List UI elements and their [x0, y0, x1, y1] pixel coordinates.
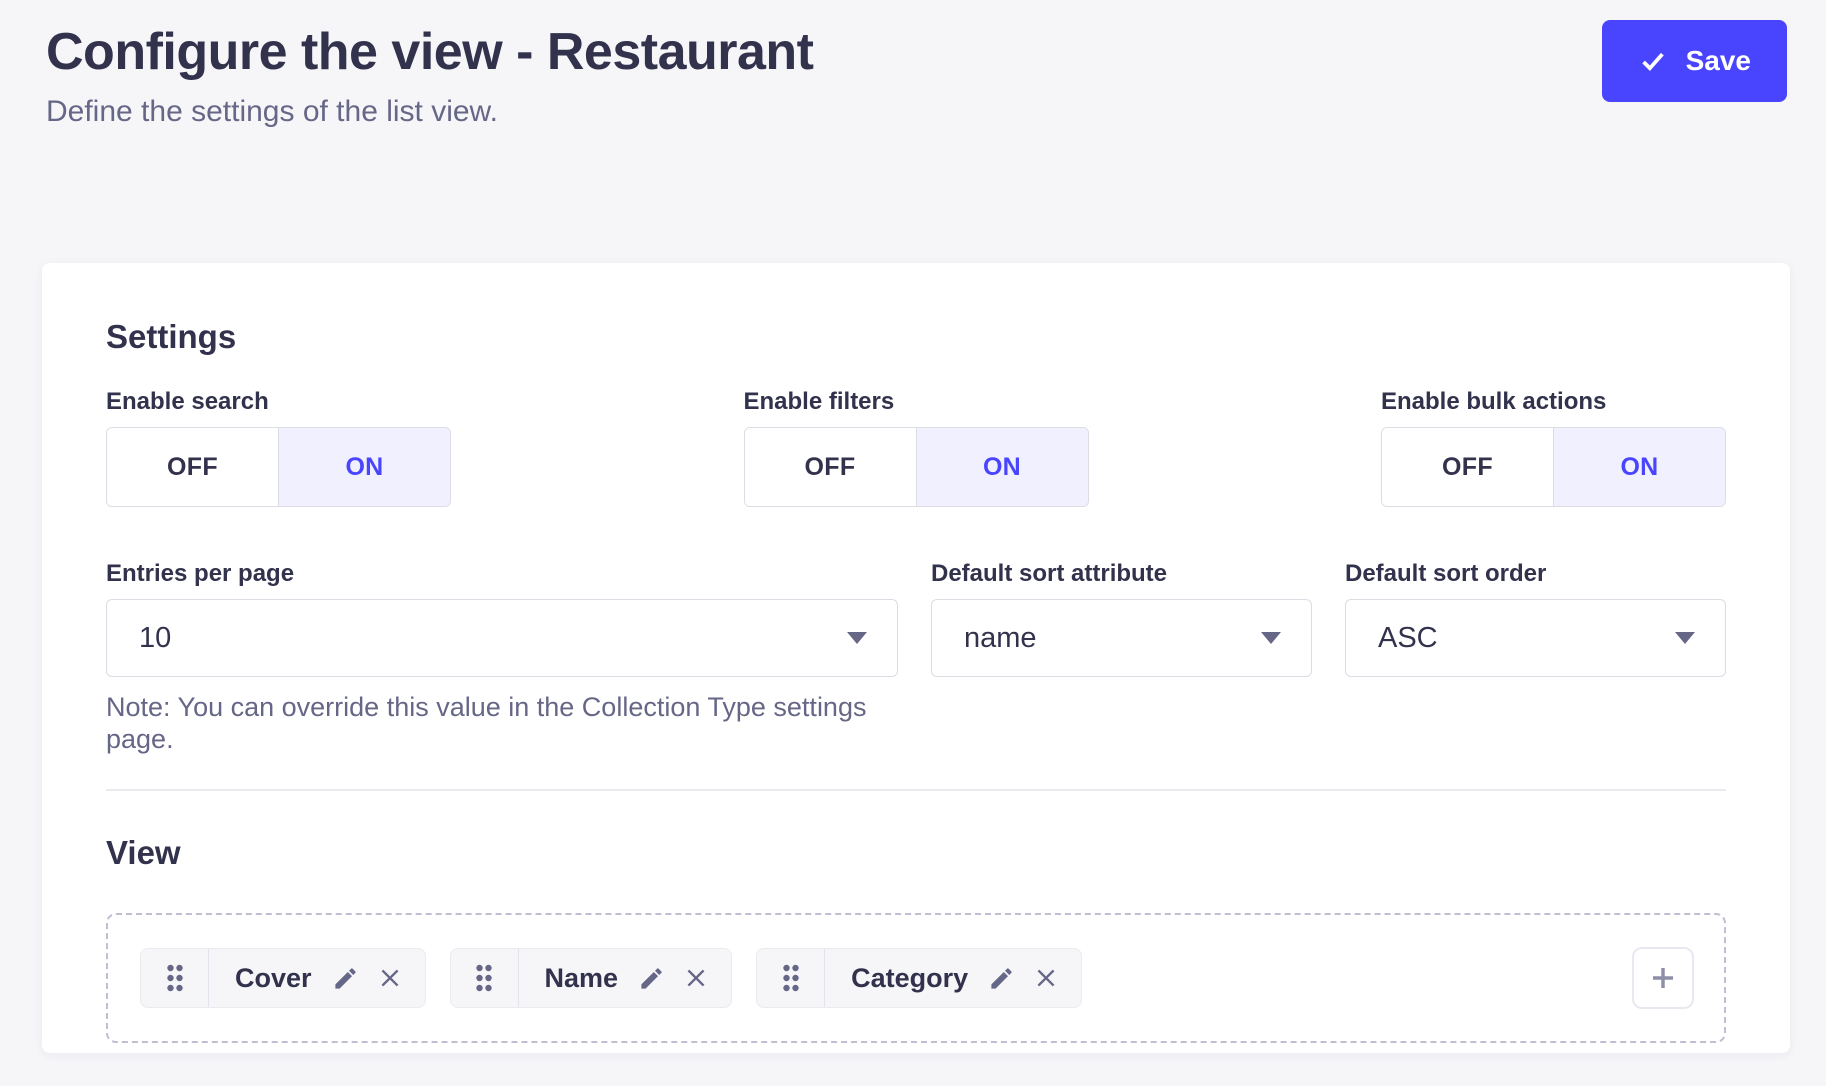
enable-search-label: Enable search	[106, 387, 451, 417]
configure-view-page: Configure the view - Restaurant Define t…	[0, 0, 1826, 1086]
enable-filters-off-option[interactable]: OFF	[745, 428, 916, 506]
edit-field-button[interactable]	[988, 965, 1015, 992]
add-field-button[interactable]	[1632, 947, 1694, 1009]
remove-icon	[1033, 965, 1059, 991]
default-sort-attribute-label: Default sort attribute	[931, 559, 1312, 589]
field-list-dropzone: Cover	[106, 913, 1726, 1043]
plus-icon	[1647, 962, 1679, 994]
caret-down-icon	[847, 632, 867, 644]
settings-card: Settings Enable search OFF ON Enable fil…	[42, 263, 1790, 1053]
page-header: Configure the view - Restaurant Define t…	[46, 22, 814, 130]
drag-handle-icon	[473, 962, 495, 994]
section-divider	[106, 789, 1726, 791]
remove-field-button[interactable]	[377, 965, 403, 991]
toggles-row: Enable search OFF ON Enable filters OFF …	[106, 387, 1726, 507]
default-sort-attribute-value: name	[964, 622, 1037, 655]
default-sort-order-select[interactable]: ASC	[1345, 599, 1726, 677]
entries-per-page-value: 10	[139, 622, 171, 655]
field-chip-name: Name	[450, 948, 733, 1008]
edit-icon	[332, 965, 359, 992]
enable-search-toggle: OFF ON	[106, 427, 451, 507]
entries-per-page-note: Note: You can override this value in the…	[106, 691, 898, 755]
field-default-sort-attribute: Default sort attribute name	[931, 559, 1312, 677]
drag-handle[interactable]	[451, 949, 519, 1007]
check-icon	[1638, 46, 1668, 76]
remove-field-button[interactable]	[683, 965, 709, 991]
enable-search-off-option[interactable]: OFF	[107, 428, 278, 506]
enable-bulk-actions-label: Enable bulk actions	[1381, 387, 1726, 417]
enable-bulk-actions-toggle: OFF ON	[1381, 427, 1726, 507]
chip-label: Category	[825, 963, 988, 994]
view-heading: View	[106, 833, 1726, 873]
enable-filters-toggle: OFF ON	[744, 427, 1089, 507]
settings-heading: Settings	[106, 317, 1726, 357]
field-chip-category: Category	[756, 948, 1082, 1008]
enable-bulk-actions-off-option[interactable]: OFF	[1382, 428, 1553, 506]
chip-label: Cover	[209, 963, 332, 994]
enable-search-on-option[interactable]: ON	[278, 428, 450, 506]
field-entries-per-page: Entries per page 10 Note: You can overri…	[106, 559, 898, 755]
drag-handle[interactable]	[141, 949, 209, 1007]
field-default-sort-order: Default sort order ASC	[1345, 559, 1726, 677]
default-sort-order-label: Default sort order	[1345, 559, 1726, 589]
edit-icon	[638, 965, 665, 992]
edit-icon	[988, 965, 1015, 992]
edit-field-button[interactable]	[332, 965, 359, 992]
enable-bulk-actions-on-option[interactable]: ON	[1553, 428, 1725, 506]
field-enable-filters: Enable filters OFF ON	[744, 387, 1089, 507]
selects-row: Entries per page 10 Note: You can overri…	[106, 559, 1726, 755]
drag-handle-icon	[780, 962, 802, 994]
drag-handle-icon	[164, 962, 186, 994]
caret-down-icon	[1261, 632, 1281, 644]
enable-filters-label: Enable filters	[744, 387, 1089, 417]
default-sort-order-value: ASC	[1378, 622, 1438, 655]
page-title: Configure the view - Restaurant	[46, 22, 814, 82]
chip-label: Name	[519, 963, 639, 994]
edit-field-button[interactable]	[638, 965, 665, 992]
remove-icon	[377, 965, 403, 991]
drag-handle[interactable]	[757, 949, 825, 1007]
field-enable-bulk-actions: Enable bulk actions OFF ON	[1381, 387, 1726, 507]
enable-filters-on-option[interactable]: ON	[916, 428, 1088, 506]
save-button[interactable]: Save	[1602, 20, 1787, 102]
page-subtitle: Define the settings of the list view.	[46, 94, 814, 130]
entries-per-page-label: Entries per page	[106, 559, 898, 589]
entries-per-page-select[interactable]: 10	[106, 599, 898, 677]
remove-field-button[interactable]	[1033, 965, 1059, 991]
default-sort-attribute-select[interactable]: name	[931, 599, 1312, 677]
field-chips: Cover	[140, 948, 1082, 1008]
save-button-label: Save	[1686, 45, 1751, 77]
remove-icon	[683, 965, 709, 991]
field-enable-search: Enable search OFF ON	[106, 387, 451, 507]
caret-down-icon	[1675, 632, 1695, 644]
field-chip-cover: Cover	[140, 948, 426, 1008]
